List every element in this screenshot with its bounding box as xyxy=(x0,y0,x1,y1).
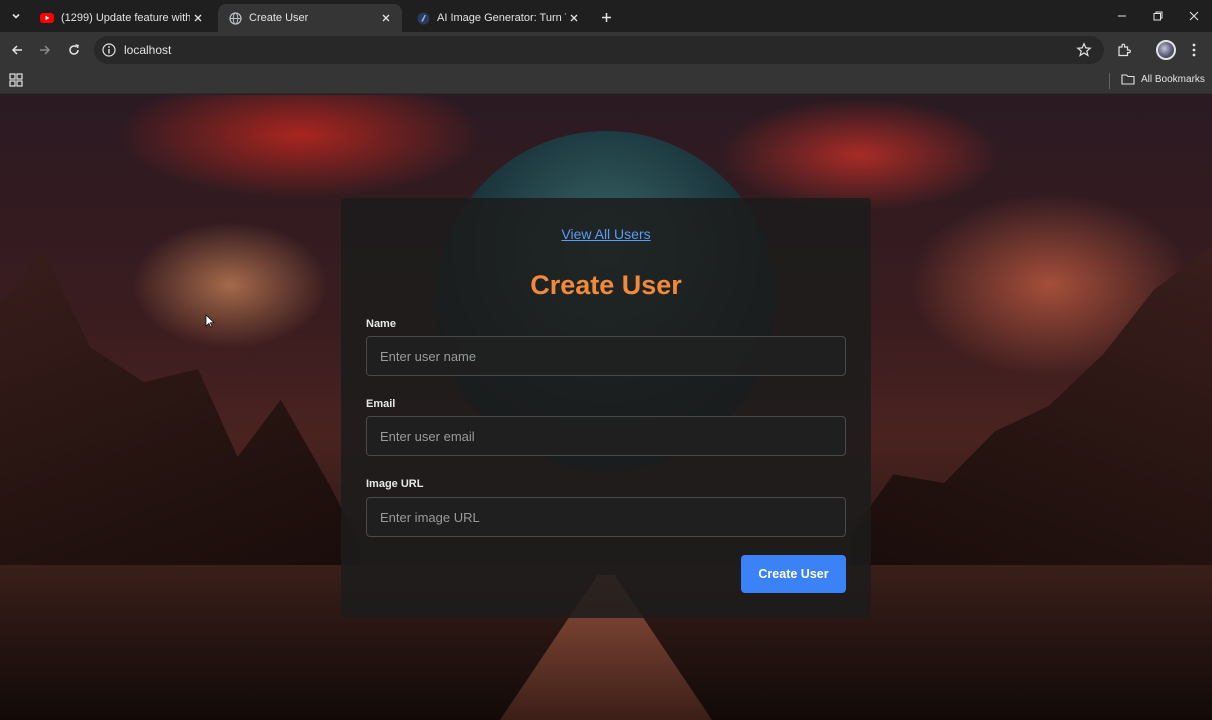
image-url-label: Image URL xyxy=(366,478,424,490)
reload-icon xyxy=(69,44,79,55)
minimize-button[interactable] xyxy=(1104,0,1140,32)
apps-grid-icon[interactable] xyxy=(9,73,23,87)
ai-logo-icon xyxy=(416,11,430,25)
close-tab-icon[interactable] xyxy=(190,10,206,26)
tab-title: (1299) Update feature with EJS xyxy=(61,12,190,24)
back-button[interactable] xyxy=(5,38,29,62)
restore-button[interactable] xyxy=(1140,0,1176,32)
tab-ai-image-generator[interactable]: AI Image Generator: Turn Text t xyxy=(406,4,590,32)
all-bookmarks-label: All Bookmarks xyxy=(1141,73,1205,85)
menu-button[interactable] xyxy=(1182,38,1206,62)
page-title: Create User xyxy=(530,270,682,300)
globe-icon xyxy=(228,11,242,25)
reload-button[interactable] xyxy=(62,38,86,62)
minimize-icon xyxy=(1118,15,1126,17)
tab-search-button[interactable] xyxy=(6,6,26,26)
view-all-users-link[interactable]: View All Users xyxy=(341,226,871,242)
puzzle-icon xyxy=(1118,43,1131,57)
star-icon[interactable] xyxy=(1076,42,1092,58)
tab-strip: (1299) Update feature with EJS Create Us… xyxy=(0,0,1212,32)
address-bar[interactable]: localhost xyxy=(94,36,1104,64)
email-label: Email xyxy=(366,398,396,410)
email-input[interactable] xyxy=(366,416,846,456)
profile-avatar[interactable] xyxy=(1156,40,1176,60)
forward-button[interactable] xyxy=(33,38,57,62)
name-label: Name xyxy=(366,318,396,330)
new-tab-button[interactable] xyxy=(596,7,616,27)
tab-title: AI Image Generator: Turn Text t xyxy=(437,12,566,24)
tab-title: Create User xyxy=(249,12,309,24)
tab-create-user[interactable]: Create User xyxy=(218,4,402,32)
create-user-card: View All Users Create User Name Email Im… xyxy=(341,198,871,618)
youtube-icon xyxy=(40,11,54,25)
arrow-left-icon xyxy=(11,45,22,55)
mouse-cursor-icon xyxy=(205,314,215,328)
close-window-button[interactable] xyxy=(1176,0,1212,32)
close-tab-icon[interactable] xyxy=(378,10,394,26)
extensions-button[interactable] xyxy=(1112,38,1136,62)
info-icon[interactable] xyxy=(102,43,116,57)
chevron-down-icon xyxy=(12,13,20,19)
all-bookmarks-button[interactable]: All Bookmarks xyxy=(1121,73,1205,85)
create-user-button[interactable]: Create User xyxy=(741,555,846,593)
bookmarks-bar: All Bookmarks xyxy=(0,68,1212,94)
arrow-right-icon xyxy=(40,45,51,55)
browser-toolbar: localhost xyxy=(0,32,1212,68)
tab-youtube[interactable]: (1299) Update feature with EJS xyxy=(30,4,214,32)
page-viewport: View All Users Create User Name Email Im… xyxy=(0,95,1212,720)
close-icon xyxy=(1189,11,1199,21)
kebab-menu-icon xyxy=(1192,43,1196,57)
folder-icon xyxy=(1121,74,1135,85)
restore-icon xyxy=(1153,11,1163,21)
bookmarks-separator xyxy=(1109,73,1110,89)
image-url-input[interactable] xyxy=(366,497,846,537)
name-input[interactable] xyxy=(366,336,846,376)
address-text: localhost xyxy=(124,43,172,57)
close-tab-icon[interactable] xyxy=(566,10,582,26)
plus-icon xyxy=(601,12,611,22)
